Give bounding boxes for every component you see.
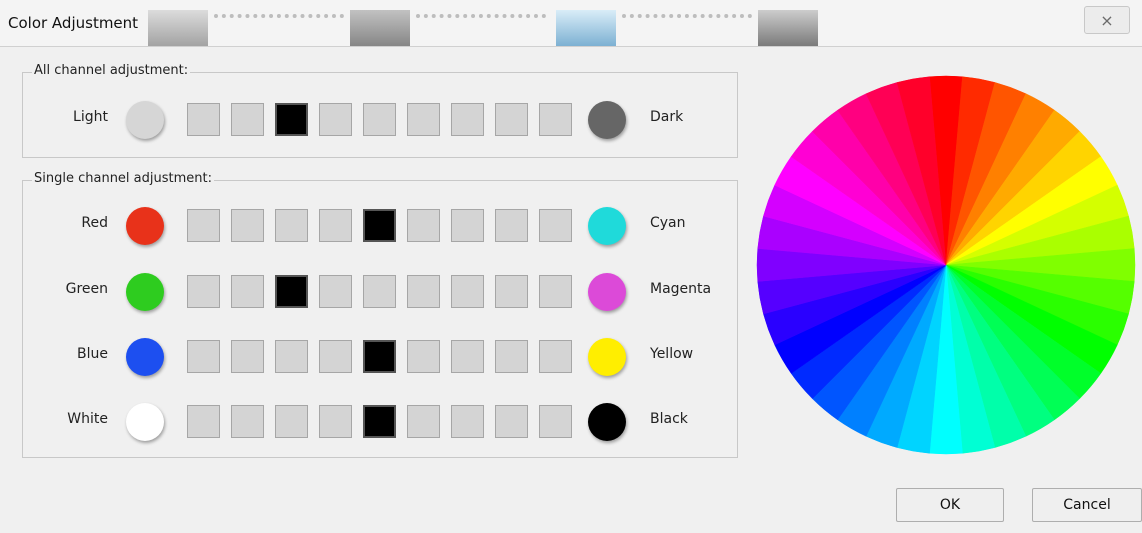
row-right-label: Magenta (650, 281, 712, 297)
light-dark-step[interactable] (495, 103, 528, 136)
blue-yellow-step[interactable] (451, 340, 484, 373)
blue-yellow-step[interactable] (231, 340, 264, 373)
window-title: Color Adjustment (8, 14, 139, 32)
row-right-label: Dark (650, 109, 684, 125)
close-icon: × (1100, 10, 1114, 30)
green-magenta-step[interactable] (275, 275, 308, 308)
progress-dashes (622, 14, 752, 24)
left-color-swatch (126, 207, 164, 245)
red-cyan-step[interactable] (451, 209, 484, 242)
white-black-step[interactable] (407, 405, 440, 438)
close-button[interactable]: × (1084, 6, 1130, 34)
blue-yellow-step[interactable] (407, 340, 440, 373)
left-color-swatch (126, 101, 164, 139)
right-color-swatch (588, 273, 626, 311)
white-black-step[interactable] (231, 405, 264, 438)
light-dark-step[interactable] (275, 103, 308, 136)
light-dark-step[interactable] (539, 103, 572, 136)
white-black-step[interactable] (539, 405, 572, 438)
right-color-swatch (588, 338, 626, 376)
light-dark-step[interactable] (363, 103, 396, 136)
white-black-step[interactable] (275, 405, 308, 438)
row-left-label: Blue (77, 346, 108, 362)
single-channel-label: Single channel adjustment: (32, 171, 214, 186)
title-bar: Color Adjustment × (0, 0, 1142, 47)
thumbnail-image (556, 10, 616, 46)
white-black-step[interactable] (363, 405, 396, 438)
row-right-label: Black (650, 411, 688, 427)
green-magenta-step[interactable] (187, 275, 220, 308)
progress-dashes (214, 14, 344, 24)
row-right-label: Cyan (650, 215, 686, 231)
red-cyan-step[interactable] (539, 209, 572, 242)
green-magenta-step[interactable] (231, 275, 264, 308)
right-color-swatch (588, 207, 626, 245)
white-black-step[interactable] (451, 405, 484, 438)
light-dark-step[interactable] (319, 103, 352, 136)
green-magenta-step[interactable] (495, 275, 528, 308)
row-left-label: White (67, 411, 108, 427)
red-cyan-step[interactable] (187, 209, 220, 242)
thumbnail-image (350, 10, 410, 46)
left-color-swatch (126, 338, 164, 376)
row-right-label: Yellow (650, 346, 694, 362)
thumbnail-image (148, 10, 208, 46)
right-color-swatch (588, 101, 626, 139)
red-cyan-step[interactable] (231, 209, 264, 242)
light-dark-step[interactable] (187, 103, 220, 136)
white-black-step[interactable] (187, 405, 220, 438)
light-dark-step[interactable] (407, 103, 440, 136)
blue-yellow-step[interactable] (275, 340, 308, 373)
blue-yellow-step[interactable] (187, 340, 220, 373)
right-color-swatch (588, 403, 626, 441)
blue-yellow-step[interactable] (495, 340, 528, 373)
blue-yellow-step[interactable] (319, 340, 352, 373)
red-cyan-step[interactable] (319, 209, 352, 242)
green-magenta-step[interactable] (407, 275, 440, 308)
green-magenta-step[interactable] (319, 275, 352, 308)
row-left-label: Light (73, 109, 108, 125)
color-wheel (756, 75, 1136, 455)
red-cyan-step[interactable] (363, 209, 396, 242)
progress-dashes (416, 14, 546, 24)
row-left-label: Red (81, 215, 108, 231)
red-cyan-step[interactable] (275, 209, 308, 242)
row-left-label: Green (65, 281, 108, 297)
left-color-swatch (126, 403, 164, 441)
green-magenta-step[interactable] (539, 275, 572, 308)
cancel-button[interactable]: Cancel (1032, 488, 1142, 522)
ok-button[interactable]: OK (896, 488, 1004, 522)
left-color-swatch (126, 273, 164, 311)
blue-yellow-step[interactable] (363, 340, 396, 373)
all-channel-label: All channel adjustment: (32, 63, 191, 78)
red-cyan-step[interactable] (495, 209, 528, 242)
white-black-step[interactable] (495, 405, 528, 438)
green-magenta-step[interactable] (363, 275, 396, 308)
blue-yellow-step[interactable] (539, 340, 572, 373)
red-cyan-step[interactable] (407, 209, 440, 242)
thumbnail-image (758, 10, 818, 46)
green-magenta-step[interactable] (451, 275, 484, 308)
light-dark-step[interactable] (231, 103, 264, 136)
light-dark-step[interactable] (451, 103, 484, 136)
white-black-step[interactable] (319, 405, 352, 438)
